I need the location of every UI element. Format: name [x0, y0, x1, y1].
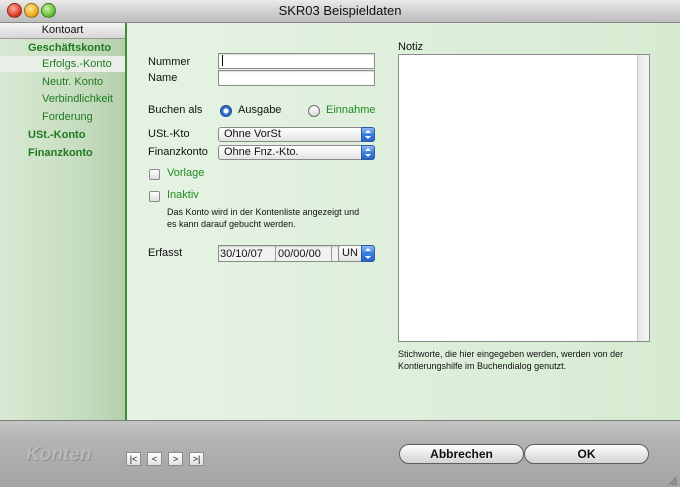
- inaktiv-note-line2: es kann darauf gebucht werden.: [167, 219, 296, 229]
- sidebar-item-forderung[interactable]: Forderung: [42, 109, 93, 125]
- finanzkonto-select[interactable]: Ohne Fnz.-Kto.: [218, 145, 375, 160]
- inaktiv-note-line1: Das Konto wird in der Kontenliste angeze…: [167, 207, 360, 217]
- sidebar-item-ust-konto[interactable]: USt.-Konto: [28, 127, 85, 143]
- title-bar: SKR03 Beispieldaten: [0, 0, 680, 23]
- kontoart-sidebar: Kontoart Geschäftskonto Erfolgs.-Konto N…: [0, 23, 127, 420]
- sidebar-item-neutr-konto[interactable]: Neutr. Konto: [42, 74, 103, 90]
- sidebar-item-geschaeftskonto[interactable]: Geschäftskonto: [28, 40, 111, 56]
- erfasst-time: 00/00/00: [278, 248, 321, 260]
- sidebar-item-erfolgskonto[interactable]: Erfolgs.-Konto: [0, 56, 125, 72]
- nav-last-button[interactable]: >|: [189, 452, 204, 466]
- name-label: Name: [148, 72, 178, 84]
- sidebar-item-verbindlichkeit[interactable]: Verbindlichkeit: [42, 91, 113, 107]
- sidebar-item-label: Erfolgs.-Konto: [42, 58, 112, 70]
- erfasst-divider: [331, 246, 332, 261]
- einnahme-label: Einnahme: [326, 104, 376, 116]
- bottom-bar: Konten |< < > >| Abbrechen OK: [0, 420, 680, 487]
- name-field[interactable]: [218, 70, 375, 86]
- vorlage-checkbox[interactable]: [149, 169, 160, 180]
- erfasst-label: Erfasst: [148, 247, 183, 259]
- finanzkonto-label: Finanzkonto: [148, 146, 208, 158]
- vorlage-label: Vorlage: [167, 167, 205, 179]
- ust-kto-select[interactable]: Ohne VorSt: [218, 127, 375, 142]
- sidebar-header: Kontoart: [0, 23, 125, 39]
- ust-kto-value: Ohne VorSt: [224, 128, 281, 140]
- ok-button[interactable]: OK: [524, 444, 649, 464]
- erfasst-divider: [275, 246, 276, 261]
- notiz-label: Notiz: [398, 41, 424, 53]
- erfasst-date: 30/10/07: [220, 248, 263, 260]
- nav-prev-button[interactable]: <: [147, 452, 162, 466]
- window-title: SKR03 Beispieldaten: [278, 3, 402, 18]
- account-form: Nummer Name Buchen als Ausgabe Einnahme …: [127, 23, 680, 420]
- nummer-field[interactable]: [218, 53, 375, 69]
- ust-kto-label: USt.-Kto: [148, 128, 190, 140]
- select-arrows-icon: [361, 145, 375, 160]
- erfasst-field: 30/10/07 00/00/00: [218, 245, 358, 262]
- select-arrows-icon: [361, 127, 375, 142]
- nummer-label: Nummer: [148, 56, 191, 68]
- konten-logo: Konten: [26, 444, 92, 465]
- notiz-help-line2: Kontierungshilfe im Buchendialog genutzt…: [398, 361, 567, 371]
- inaktiv-label: Inaktiv: [167, 189, 199, 201]
- nav-next-button[interactable]: >: [168, 452, 183, 466]
- einnahme-radio[interactable]: [308, 105, 320, 117]
- sidebar-item-finanzkonto[interactable]: Finanzkonto: [28, 145, 93, 161]
- ausgabe-label: Ausgabe: [238, 104, 282, 116]
- nav-first-button[interactable]: |<: [126, 452, 141, 466]
- buchen-als-label: Buchen als: [148, 104, 203, 116]
- notiz-scrollbar[interactable]: [637, 55, 649, 341]
- notiz-textarea[interactable]: [398, 54, 650, 342]
- notiz-help-line1: Stichworte, die hier eingegeben werden, …: [398, 349, 624, 359]
- window: SKR03 Beispieldaten Kontoart Geschäftsko…: [0, 0, 680, 487]
- erfasst-user-select[interactable]: UN: [338, 245, 375, 262]
- erfasst-user-value: UN: [342, 247, 358, 259]
- resize-grip-icon[interactable]: [668, 476, 678, 486]
- select-arrows-icon: [361, 245, 375, 262]
- ausgabe-radio[interactable]: [220, 105, 232, 117]
- inaktiv-checkbox[interactable]: [149, 191, 160, 202]
- finanzkonto-value: Ohne Fnz.-Kto.: [224, 146, 299, 158]
- cancel-button[interactable]: Abbrechen: [399, 444, 524, 464]
